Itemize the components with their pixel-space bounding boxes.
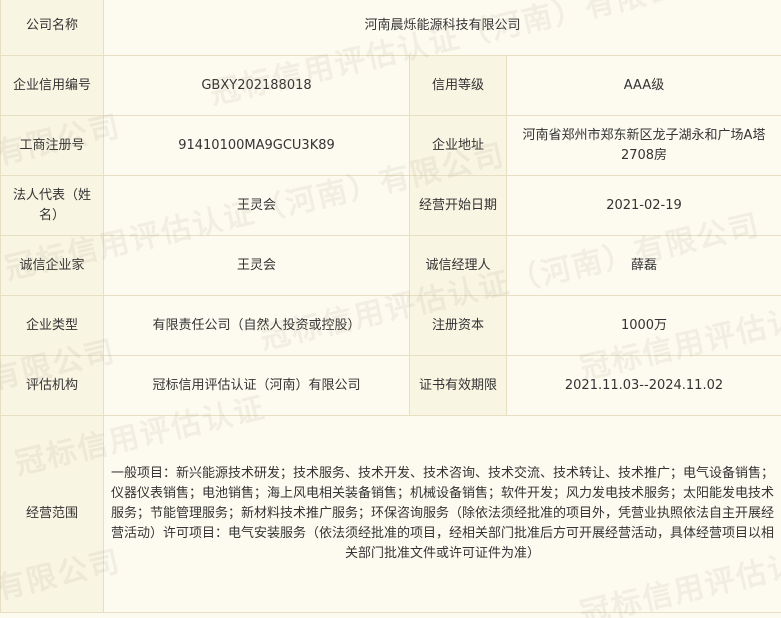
- start-date-label: 经营开始日期: [409, 175, 507, 236]
- credit-code-label: 企业信用编号: [0, 55, 104, 116]
- capital-label: 注册资本: [409, 295, 507, 356]
- evaluation-org-value: 冠标信用评估认证（河南）有限公司: [103, 355, 410, 416]
- row-integrity: 诚信企业家 王灵会 诚信经理人 薛磊: [0, 235, 781, 296]
- address-label: 企业地址: [409, 115, 507, 176]
- row-registration: 工商注册号 91410100MA9GCU3K89 企业地址 河南省郑州市郑东新区…: [0, 115, 781, 176]
- row-type: 企业类型 有限责任公司（自然人投资或控股） 注册资本 1000万: [0, 295, 781, 356]
- entrepreneur-label: 诚信企业家: [0, 235, 104, 296]
- company-info-table: 公司名称 河南晨烁能源科技有限公司 企业信用编号 GBXY202188018 信…: [0, 0, 781, 613]
- registration-number-label: 工商注册号: [0, 115, 104, 176]
- company-name-label: 公司名称: [0, 0, 104, 56]
- address-value: 河南省郑州市郑东新区龙子湖永和广场A塔2708房: [505, 115, 781, 176]
- row-scope: 经营范围 一般项目：新兴能源技术研发；技术服务、技术开发、技术咨询、技术交流、技…: [0, 415, 781, 613]
- manager-value: 薛磊: [505, 235, 781, 296]
- company-type-value: 有限责任公司（自然人投资或控股）: [103, 295, 410, 356]
- manager-label: 诚信经理人: [409, 235, 507, 296]
- evaluation-org-label: 评估机构: [0, 355, 104, 416]
- registration-number-value: 91410100MA9GCU3K89: [103, 115, 410, 176]
- credit-level-label: 信用等级: [409, 55, 507, 116]
- legal-rep-label: 法人代表（姓名）: [0, 175, 104, 236]
- company-type-label: 企业类型: [0, 295, 104, 356]
- credit-code-value: GBXY202188018: [103, 55, 410, 116]
- legal-rep-value: 王灵会: [103, 175, 410, 236]
- row-credit: 企业信用编号 GBXY202188018 信用等级 AAA级: [0, 55, 781, 116]
- capital-value: 1000万: [505, 295, 781, 356]
- start-date-value: 2021-02-19: [505, 175, 781, 236]
- entrepreneur-value: 王灵会: [103, 235, 410, 296]
- business-scope-text: 一般项目：新兴能源技术研发；技术服务、技术开发、技术咨询、技术交流、技术转让、技…: [102, 415, 781, 613]
- row-evaluation: 评估机构 冠标信用评估认证（河南）有限公司 证书有效期限 2021.11.03-…: [0, 355, 781, 416]
- company-info-sheet: 公司名称 河南晨烁能源科技有限公司 企业信用编号 GBXY202188018 信…: [0, 0, 781, 618]
- row-legal: 法人代表（姓名） 王灵会 经营开始日期 2021-02-19: [0, 175, 781, 236]
- company-name-value: 河南晨烁能源科技有限公司: [102, 0, 781, 56]
- row-company-name: 公司名称 河南晨烁能源科技有限公司: [0, 0, 781, 56]
- validity-value: 2021.11.03--2024.11.02: [505, 355, 781, 416]
- validity-label: 证书有效期限: [409, 355, 507, 416]
- business-scope-label: 经营范围: [0, 415, 104, 613]
- credit-level-value: AAA级: [505, 55, 781, 116]
